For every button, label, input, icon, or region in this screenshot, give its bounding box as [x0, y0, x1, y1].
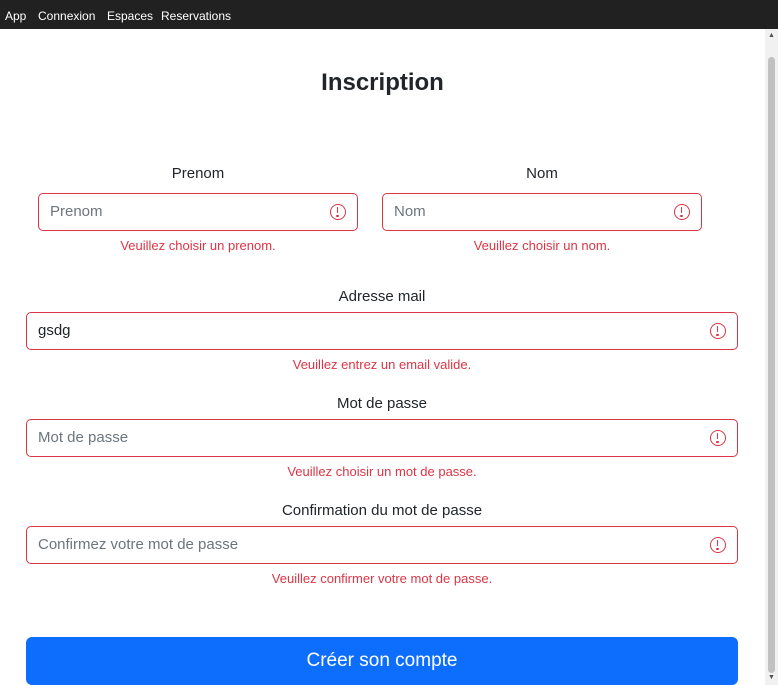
page-title: Inscription	[321, 69, 444, 96]
nav-item-connexion[interactable]: Connexion	[38, 9, 95, 23]
confirm-password-error: Veuillez confirmer votre mot de passe.	[271, 571, 493, 586]
nav-item-reservations[interactable]: Reservations	[161, 9, 231, 23]
nav-item-espaces[interactable]: Espaces	[107, 9, 153, 23]
prenom-error: Veuillez choisir un prenom.	[120, 238, 276, 253]
email-label: Adresse mail	[338, 288, 426, 305]
scrollbar-thumb[interactable]	[768, 57, 775, 673]
scroll-up-arrow-icon[interactable]: ▲	[765, 29, 778, 43]
create-account-button[interactable]: Créer son compte	[26, 637, 738, 685]
password-input-placeholder: Mot de passe	[38, 429, 129, 446]
confirm-password-input[interactable]: Confirmez votre mot de passe	[26, 526, 738, 564]
nom-error: Veuillez choisir un nom.	[473, 238, 611, 253]
nom-input[interactable]: Nom	[382, 193, 702, 231]
confirm-password-label: Confirmation du mot de passe	[281, 502, 483, 519]
nav-item-app[interactable]: App	[5, 9, 26, 23]
exclamation-circle-icon	[710, 323, 726, 339]
exclamation-circle-icon	[330, 204, 346, 220]
vertical-scrollbar[interactable]: ▲ ▼	[765, 29, 778, 685]
password-label: Mot de passe	[336, 395, 428, 412]
scroll-down-arrow-icon[interactable]: ▼	[765, 671, 778, 685]
top-navbar: App Connexion Espaces Reservations	[0, 0, 778, 29]
exclamation-circle-icon	[710, 430, 726, 446]
nom-input-placeholder: Nom	[394, 203, 426, 220]
email-input-value: gsdg	[38, 322, 71, 339]
prenom-input[interactable]: Prenom	[38, 193, 358, 231]
prenom-input-placeholder: Prenom	[50, 203, 103, 220]
prenom-label: Prenom	[171, 165, 225, 182]
password-error: Veuillez choisir un mot de passe.	[287, 464, 477, 479]
password-input[interactable]: Mot de passe	[26, 419, 738, 457]
exclamation-circle-icon	[710, 537, 726, 553]
exclamation-circle-icon	[674, 204, 690, 220]
confirm-password-placeholder: Confirmez votre mot de passe	[38, 536, 239, 553]
nom-label: Nom	[526, 165, 558, 182]
email-error: Veuillez entrez un email valide.	[292, 357, 472, 372]
email-input[interactable]: gsdg	[26, 312, 738, 350]
